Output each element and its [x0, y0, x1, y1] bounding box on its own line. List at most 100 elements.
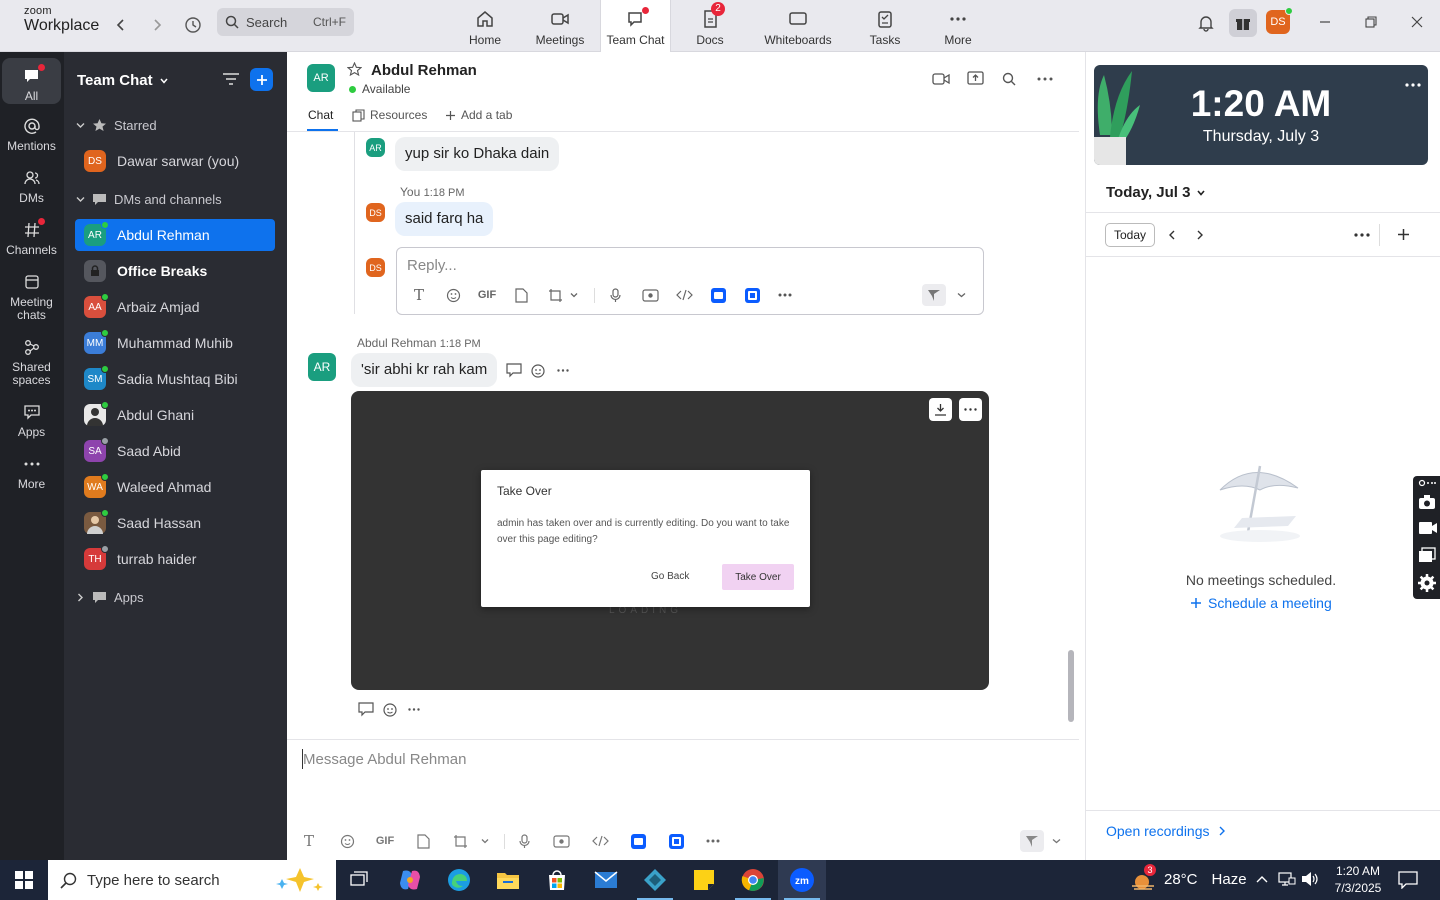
tab-chat[interactable]: Chat — [308, 108, 333, 122]
copilot-icon[interactable] — [386, 860, 434, 900]
zoom-app-icon[interactable]: zm — [778, 860, 826, 900]
rail-item-dms[interactable]: DMs — [2, 166, 61, 205]
video-message-icon[interactable] — [641, 285, 659, 305]
sidebar-item-waleed-ahmad[interactable]: WA Waleed Ahmad — [75, 471, 275, 503]
more-icon[interactable] — [1037, 77, 1053, 81]
chrome-browser-icon[interactable] — [729, 860, 777, 900]
sidebar-item-saad-hassan[interactable]: Saad Hassan — [75, 507, 275, 539]
chevron-down-icon[interactable] — [569, 285, 579, 305]
open-recordings-link[interactable]: Open recordings — [1106, 823, 1226, 839]
text-format-icon[interactable]: T — [411, 285, 427, 305]
sidebar-item-office-breaks[interactable]: Office Breaks — [75, 255, 275, 287]
taskbar-search[interactable]: Type here to search — [48, 860, 336, 900]
maximize-button[interactable] — [1356, 10, 1386, 34]
notifications-icon[interactable] — [1398, 871, 1418, 889]
window-capture-icon[interactable] — [1418, 547, 1436, 563]
chevron-down-icon[interactable] — [1050, 831, 1062, 851]
message-input[interactable]: Message Abdul Rehman — [303, 751, 466, 768]
tab-more[interactable]: More — [938, 0, 978, 52]
take-over-button[interactable]: Take Over — [722, 564, 794, 590]
file-icon[interactable] — [415, 831, 431, 851]
more-icon[interactable] — [777, 285, 793, 305]
sidebar-item-arbaiz-amjad[interactable]: AA Arbaiz Amjad — [75, 291, 275, 323]
app-integration-icon[interactable] — [710, 285, 726, 305]
task-view-icon[interactable] — [336, 860, 384, 900]
screenshot-icon[interactable] — [546, 285, 564, 305]
image-attachment[interactable]: LOADING Take Over admin has taken over a… — [351, 391, 989, 690]
gif-button[interactable]: GIF — [374, 831, 396, 851]
volume-icon[interactable] — [1301, 871, 1319, 887]
reply-composer[interactable]: Reply... T GIF — [396, 247, 984, 315]
more-icon[interactable] — [959, 398, 982, 421]
sidebar-item-abdul-ghani[interactable]: Abdul Ghani — [75, 399, 275, 431]
microphone-icon[interactable] — [608, 285, 622, 305]
scrollbar-thumb[interactable] — [1068, 650, 1074, 722]
user-avatar[interactable]: DS — [1266, 7, 1293, 34]
video-message-icon[interactable] — [552, 831, 570, 851]
windows-start-button[interactable] — [0, 860, 48, 900]
tab-home[interactable]: Home — [460, 0, 510, 52]
reply-icon[interactable] — [506, 363, 522, 378]
emoji-icon[interactable] — [339, 831, 355, 851]
app-integration-icon[interactable] — [630, 831, 646, 851]
minimize-button[interactable] — [1310, 10, 1340, 34]
global-search[interactable]: Search Ctrl+F — [217, 8, 354, 36]
link-icon[interactable] — [1418, 479, 1436, 487]
plus-icon[interactable] — [1397, 228, 1410, 241]
sidebar-title[interactable]: Team Chat — [77, 72, 169, 89]
system-clock[interactable]: 1:20 AM 7/3/2025 — [1326, 863, 1390, 897]
screenshot-icon[interactable] — [451, 831, 469, 851]
rail-item-all[interactable]: All — [2, 58, 61, 104]
file-explorer-icon[interactable] — [484, 860, 532, 900]
filter-icon[interactable] — [222, 71, 240, 87]
send-icon[interactable] — [922, 284, 946, 306]
day-selector[interactable]: Today, Jul 3 — [1106, 184, 1206, 201]
search-icon[interactable] — [1002, 72, 1016, 86]
microphone-icon[interactable] — [517, 831, 531, 851]
message-bubble[interactable]: said farq ha — [395, 202, 494, 236]
emoji-icon[interactable] — [383, 702, 398, 717]
download-icon[interactable] — [929, 398, 952, 421]
send-icon[interactable] — [1020, 830, 1044, 852]
rail-item-mentions[interactable]: Mentions — [2, 114, 61, 153]
message-bubble[interactable]: yup sir ko Dhaka dain — [395, 137, 560, 171]
code-snippet-icon[interactable] — [591, 831, 609, 851]
zoom-docs-icon[interactable] — [744, 285, 760, 305]
today-button[interactable]: Today — [1105, 223, 1155, 247]
chevron-left-icon[interactable] — [1167, 229, 1177, 241]
bell-icon[interactable] — [1193, 10, 1219, 36]
mail-icon[interactable] — [582, 860, 630, 900]
schedule-meeting-link[interactable]: Schedule a meeting — [1190, 595, 1332, 611]
star-icon[interactable] — [347, 62, 362, 77]
sidebar-item-self[interactable]: DS Dawar sarwar (you) — [75, 145, 275, 177]
more-icon[interactable] — [705, 831, 721, 851]
tab-whiteboards[interactable]: Whiteboards — [760, 0, 836, 52]
contact-avatar[interactable]: AR — [307, 64, 335, 92]
app-diamond-icon[interactable] — [631, 860, 679, 900]
video-call-icon[interactable] — [932, 72, 950, 86]
zoom-docs-icon[interactable] — [668, 831, 684, 851]
tab-resources[interactable]: Resources — [352, 108, 427, 122]
network-icon[interactable] — [1278, 871, 1296, 887]
sticky-notes-icon[interactable] — [680, 860, 728, 900]
settings-gear-icon[interactable] — [1417, 573, 1437, 593]
tab-docs[interactable]: 2 Docs — [690, 0, 730, 52]
message-bubble[interactable]: 'sir abhi kr rah kam — [351, 353, 498, 387]
more-icon[interactable] — [1354, 233, 1370, 237]
history-icon[interactable] — [180, 12, 206, 38]
weather-widget[interactable]: 3 28°C Haze — [1130, 864, 1247, 891]
back-arrow-icon[interactable] — [108, 12, 134, 38]
rail-item-channels[interactable]: Channels — [2, 218, 61, 257]
chevron-down-icon[interactable] — [480, 831, 490, 851]
go-back-button[interactable]: Go Back — [651, 571, 689, 582]
contact-name[interactable]: Abdul Rehman — [371, 62, 477, 79]
rail-item-meeting-chats[interactable]: Meeting chats — [2, 270, 61, 322]
edge-browser-icon[interactable] — [435, 860, 483, 900]
section-dms-channels[interactable]: DMs and channels — [76, 192, 222, 207]
reply-input[interactable]: Reply... — [407, 257, 457, 274]
close-button[interactable] — [1402, 10, 1432, 34]
text-format-icon[interactable]: T — [301, 831, 317, 851]
section-starred[interactable]: Starred — [76, 118, 157, 133]
rail-item-shared-spaces[interactable]: Shared spaces — [2, 335, 61, 387]
gift-icon[interactable] — [1229, 9, 1257, 37]
